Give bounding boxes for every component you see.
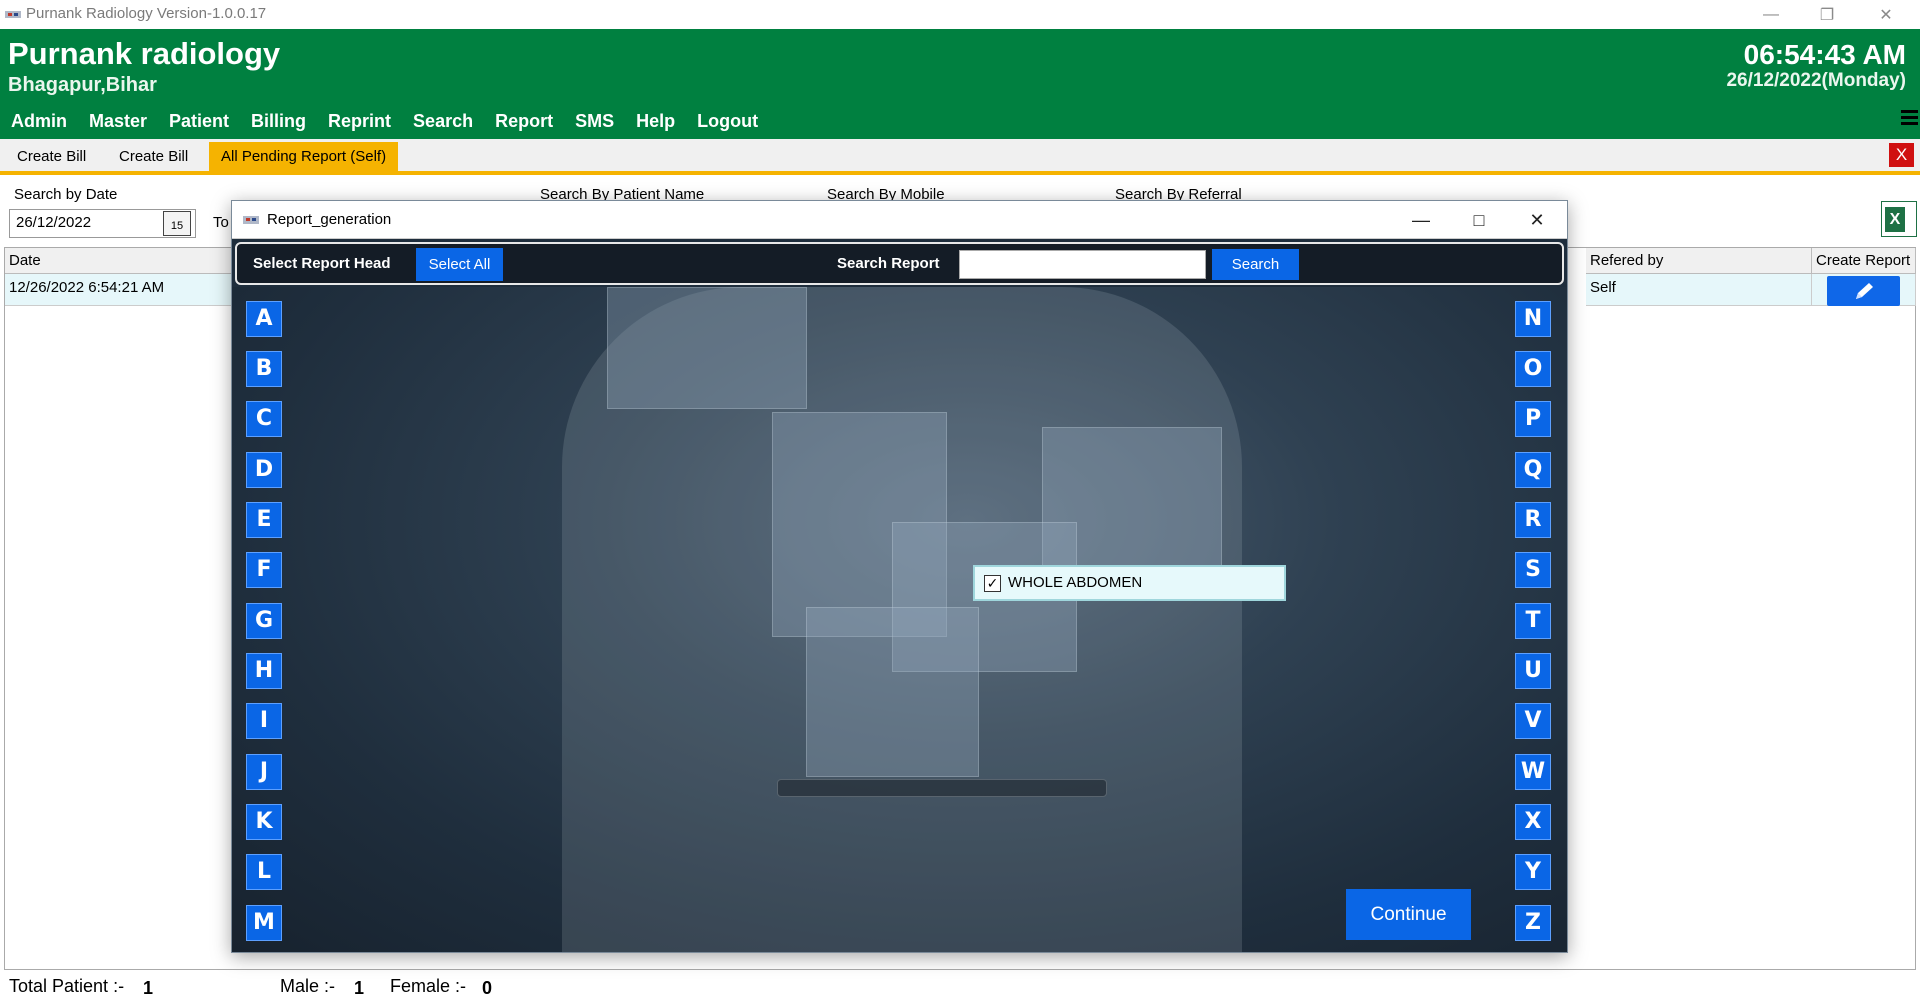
letter-s-button[interactable]: S (1515, 552, 1551, 588)
female-label: Female :- (390, 976, 467, 996)
search-button[interactable]: Search (1212, 249, 1299, 280)
dialog-close-button[interactable]: ✕ (1508, 201, 1566, 239)
tab-create-bill-2[interactable]: Create Bill (107, 142, 200, 171)
menu-reprint[interactable]: Reprint (317, 111, 402, 132)
total-patient-value: 1 (143, 978, 154, 998)
letter-k-button[interactable]: K (246, 804, 282, 840)
restore-button[interactable]: ❐ (1799, 0, 1855, 29)
main-menu: Admin Master Patient Billing Reprint Sea… (0, 111, 769, 132)
window-title: Purnank Radiology Version-1.0.0.17 (26, 5, 267, 22)
close-tab-button[interactable]: X (1889, 143, 1914, 167)
report-item-label: WHOLE ABDOMEN (1008, 574, 1143, 591)
column-header-date: Date (5, 248, 245, 274)
male-value: 1 (354, 978, 365, 998)
app-location: Bhagapur,Bihar (8, 74, 157, 96)
report-generation-dialog: Report_generation — □ ✕ Select Report He… (231, 200, 1568, 953)
to-label: To (213, 214, 229, 231)
create-report-button[interactable] (1827, 276, 1900, 306)
search-report-input[interactable] (959, 250, 1206, 279)
letter-h-button[interactable]: H (246, 653, 282, 689)
app-name: Purnank radiology (8, 36, 281, 71)
letter-x-button[interactable]: X (1515, 804, 1551, 840)
dialog-app-icon (243, 216, 259, 224)
select-all-button[interactable]: Select All (416, 248, 503, 281)
letter-p-button[interactable]: P (1515, 401, 1551, 437)
letter-b-button[interactable]: B (246, 351, 282, 387)
letter-n-button[interactable]: N (1515, 301, 1551, 337)
pencil-icon (1855, 283, 1873, 299)
close-window-button[interactable]: ✕ (1858, 0, 1914, 29)
table-row-date[interactable]: 12/26/2022 6:54:21 AM (5, 274, 245, 306)
column-header-create-report: Create Report (1812, 248, 1916, 274)
menu-report[interactable]: Report (484, 111, 564, 132)
menu-billing[interactable]: Billing (240, 111, 317, 132)
menu-sms[interactable]: SMS (564, 111, 625, 132)
select-report-head-label: Select Report Head (253, 255, 391, 272)
letter-t-button[interactable]: T (1515, 603, 1551, 639)
letter-y-button[interactable]: Y (1515, 854, 1551, 890)
menu-logout[interactable]: Logout (686, 111, 769, 132)
menu-admin[interactable]: Admin (0, 111, 78, 132)
dialog-minimize-button[interactable]: — (1392, 201, 1450, 239)
letter-a-button[interactable]: A (246, 301, 282, 337)
column-header-refered-by: Refered by (1586, 248, 1812, 274)
doctor-background-image (232, 287, 1567, 952)
hamburger-menu-icon[interactable] (1901, 110, 1918, 130)
tab-create-bill-1[interactable]: Create Bill (5, 142, 98, 171)
letter-l-button[interactable]: L (246, 854, 282, 890)
tab-strip: Create Bill Create Bill All Pending Repo… (0, 139, 1920, 175)
total-patient-label: Total Patient :- (9, 976, 125, 996)
excel-export-icon[interactable]: X (1881, 201, 1917, 237)
letter-c-button[interactable]: C (246, 401, 282, 437)
letter-z-button[interactable]: Z (1515, 905, 1551, 941)
window-titlebar: Purnank Radiology Version-1.0.0.17 — ❐ ✕ (0, 0, 1920, 29)
continue-button[interactable]: Continue (1346, 889, 1471, 940)
female-value: 0 (482, 978, 493, 998)
tab-all-pending-report[interactable]: All Pending Report (Self) (209, 142, 399, 171)
dialog-title: Report_generation (267, 211, 392, 228)
dialog-titlebar: Report_generation — □ ✕ (232, 201, 1567, 239)
table-row-refered-by[interactable]: Self (1586, 274, 1812, 306)
letter-j-button[interactable]: J (246, 754, 282, 790)
menu-search[interactable]: Search (402, 111, 484, 132)
clock: 06:54:43 AM (1743, 39, 1906, 70)
letter-m-button[interactable]: M (246, 905, 282, 941)
footer-stats: Total Patient :- 1 Male :- 1 Female :- 0 (0, 972, 1920, 1005)
current-date: 26/12/2022(Monday) (1726, 70, 1906, 91)
letter-o-button[interactable]: O (1515, 351, 1551, 387)
letter-g-button[interactable]: G (246, 603, 282, 639)
minimize-button[interactable]: — (1743, 0, 1799, 29)
letter-r-button[interactable]: R (1515, 502, 1551, 538)
report-item-whole-abdomen[interactable]: ✓ WHOLE ABDOMEN (973, 565, 1286, 601)
app-logo-icon (5, 11, 21, 18)
letter-d-button[interactable]: D (246, 452, 282, 488)
dialog-maximize-button[interactable]: □ (1450, 201, 1508, 239)
letter-f-button[interactable]: F (246, 552, 282, 588)
menu-patient[interactable]: Patient (158, 111, 240, 132)
letter-w-button[interactable]: W (1515, 754, 1551, 790)
letter-v-button[interactable]: V (1515, 703, 1551, 739)
letter-q-button[interactable]: Q (1515, 452, 1551, 488)
letter-u-button[interactable]: U (1515, 653, 1551, 689)
dialog-toolbar: Select Report Head Select All Search Rep… (235, 242, 1564, 285)
menu-help[interactable]: Help (625, 111, 686, 132)
checkbox-checked-icon[interactable]: ✓ (984, 575, 1001, 592)
calendar-icon[interactable]: 15 (163, 211, 191, 236)
search-report-label: Search Report (837, 255, 940, 272)
letter-i-button[interactable]: I (246, 703, 282, 739)
search-by-date-label: Search by Date (14, 186, 118, 203)
male-label: Male :- (280, 976, 336, 996)
app-header: Purnank radiology Bhagapur,Bihar 06:54:4… (0, 29, 1920, 139)
letter-e-button[interactable]: E (246, 502, 282, 538)
menu-master[interactable]: Master (78, 111, 158, 132)
